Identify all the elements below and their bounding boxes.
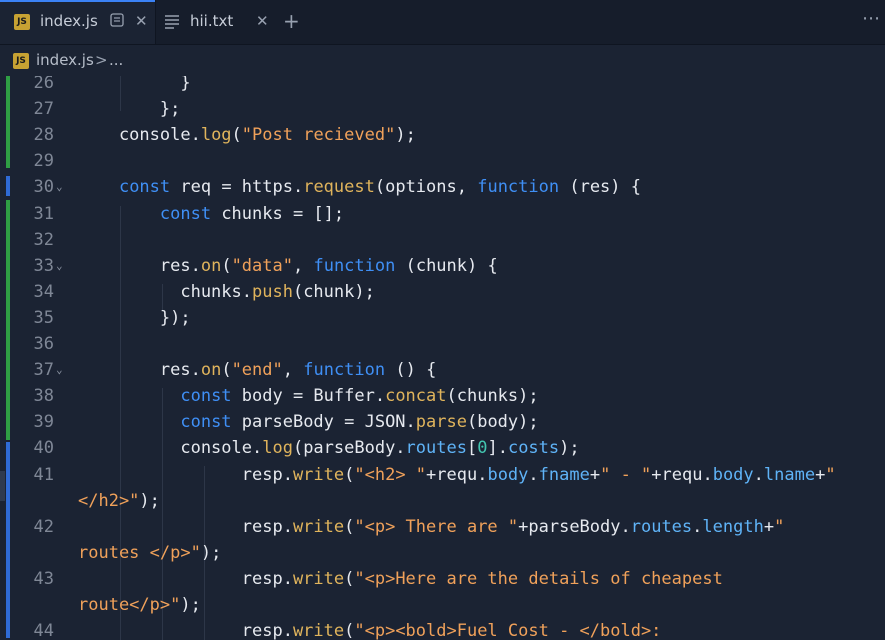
code-line[interactable]: 32 (0, 227, 885, 253)
code-text: } (78, 76, 191, 93)
code-text: console.log(parseBody.routes[0].costs); (78, 438, 580, 459)
code-text: resp.write("<p> There are "+parseBody.ro… (78, 516, 785, 537)
line-number: 29 (33, 151, 54, 172)
code-text: const chunks = []; (159, 203, 345, 224)
line-number: 40 (33, 438, 54, 459)
code-text: resp.write("<h2> "+requ.body.fname+" - "… (78, 464, 836, 485)
code-text: const req = https.request(options, funct… (118, 177, 641, 198)
code-line[interactable]: 42 resp.write("<p> There are "+parseBody… (0, 514, 885, 540)
fold-chevron-icon[interactable]: ⌄ (56, 357, 63, 383)
line-number: 36 (33, 334, 54, 354)
breadcrumb-separator-icon: > (95, 51, 108, 69)
breadcrumb-file[interactable]: index.js (36, 51, 94, 69)
line-number: 43 (33, 568, 54, 589)
code-line[interactable]: 28 console.log("Post recieved"); (0, 122, 885, 148)
code-text: }; (78, 99, 181, 120)
code-line[interactable]: 31 const chunks = []; (0, 201, 885, 227)
line-number: 41 (33, 464, 54, 485)
code-text: const parseBody = JSON.parse(body); (180, 412, 539, 433)
code-line-wrap[interactable]: routes </p>"); (0, 540, 885, 566)
tab-index-js[interactable]: JS index.js ✕ (0, 0, 156, 44)
text-file-icon (164, 13, 180, 33)
code-text: }); (78, 307, 191, 328)
line-number: 44 (33, 621, 54, 640)
code-text: </h2>"); (78, 490, 160, 511)
code-line[interactable]: 38 const body = Buffer.concat(chunks); (0, 383, 885, 409)
line-number: 34 (33, 281, 54, 302)
code-text: chunks.push(chunk); (78, 281, 375, 302)
code-editor[interactable]: 26 } 27 }; 28 console.log("Post recieved")… (0, 76, 885, 640)
code-text: res.on("data", function (chunk) { (78, 255, 498, 276)
code-line[interactable]: 29 (0, 148, 885, 174)
line-number: 28 (33, 125, 54, 146)
code-line[interactable]: 43 resp.write("<p>Here are the details o… (0, 566, 885, 592)
line-number: 27 (33, 99, 54, 120)
code-text: console.log("Post recieved"); (78, 125, 416, 146)
code-line[interactable]: 39 const parseBody = JSON.parse(body); (0, 409, 885, 435)
tab-label: index.js (40, 12, 98, 30)
code-line-wrap[interactable]: </h2>"); (0, 488, 885, 514)
fold-chevron-icon[interactable]: ⌄ (56, 253, 63, 279)
close-tab-icon[interactable]: ✕ (256, 12, 269, 30)
code-line[interactable]: 37 ⌄ res.on("end", function () { (0, 357, 885, 383)
line-number: 42 (33, 516, 54, 537)
tab-hii-txt[interactable]: hii.txt ✕ (156, 0, 280, 44)
line-number: 30 (33, 177, 54, 198)
code-line-wrap[interactable]: route</p>"); (0, 592, 885, 618)
code-line[interactable]: 27 }; (0, 96, 885, 122)
js-file-icon: JS (14, 14, 30, 30)
code-line[interactable]: 40 console.log(parseBody.routes[0].costs… (0, 435, 885, 461)
js-file-icon: JS (13, 53, 29, 69)
code-line[interactable]: 33 ⌄ res.on("data", function (chunk) { (0, 253, 885, 279)
new-tab-plus-icon[interactable]: + (283, 9, 300, 33)
tab-bar: JS index.js ✕ hii.txt ✕ + ⋯ (0, 0, 885, 45)
breadcrumb: JS index.js > ... (0, 45, 885, 75)
line-number: 35 (33, 307, 54, 328)
line-number: 37 (33, 360, 54, 381)
code-text: const body = Buffer.concat(chunks); (180, 386, 539, 407)
code-line[interactable]: 34 chunks.push(chunk); (0, 279, 885, 305)
line-number: 38 (33, 386, 54, 407)
code-line[interactable]: 41 resp.write("<h2> "+requ.body.fname+" … (0, 462, 885, 488)
more-actions-icon[interactable]: ⋯ (862, 8, 880, 29)
fold-chevron-icon[interactable]: ⌄ (56, 174, 63, 200)
code-line[interactable]: 30 ⌄ const req = https.request(options, f… (0, 174, 885, 200)
code-line[interactable]: 36 (0, 331, 885, 357)
code-text: resp.write("<p><bold>Fuel Cost - </bold>… (78, 621, 662, 640)
breadcrumb-more[interactable]: ... (109, 51, 123, 69)
line-number: 32 (33, 229, 54, 250)
line-number: 31 (33, 203, 54, 224)
line-number: 33 (33, 255, 54, 276)
code-text: res.on("end", function () { (78, 360, 437, 381)
line-number: 26 (33, 76, 54, 93)
code-line[interactable]: 44 resp.write("<p><bold>Fuel Cost - </bo… (0, 618, 885, 640)
code-text: route</p>"); (78, 595, 201, 615)
code-line[interactable]: 26 } (0, 76, 885, 96)
close-tab-icon[interactable]: ✕ (135, 12, 148, 30)
tab-label: hii.txt (190, 12, 234, 30)
code-line[interactable]: 35 }); (0, 305, 885, 331)
code-text: routes </p>"); (78, 542, 222, 563)
line-number: 39 (33, 412, 54, 433)
preview-icon[interactable] (110, 13, 124, 31)
code-text: resp.write("<p>Here are the details of c… (78, 568, 723, 589)
